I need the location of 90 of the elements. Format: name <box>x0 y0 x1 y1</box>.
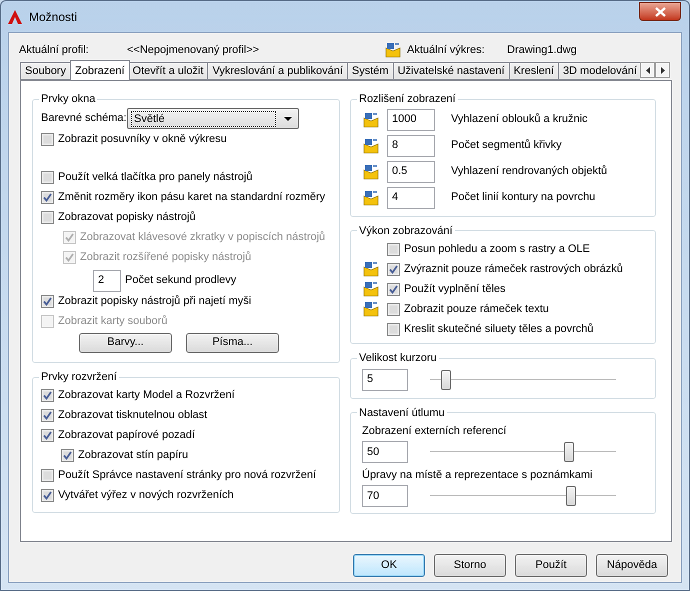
checkbox[interactable] <box>41 190 54 204</box>
scroll-right-button[interactable] <box>655 62 670 78</box>
slider-thumb[interactable] <box>566 486 576 506</box>
tab[interactable]: Systém <box>348 62 394 80</box>
checkbox[interactable] <box>41 210 54 224</box>
checkbox-label: Použít vyplnění těles <box>404 282 506 296</box>
checkbox-label: Zvýraznit pouze rámeček rastrových obrázků <box>404 262 623 276</box>
tab[interactable]: Zobrazení <box>70 60 130 80</box>
dialog-button[interactable]: Nápověda <box>596 554 668 577</box>
checkbox-label: Použít Správce nastavení stránky pro nová rozvržení <box>58 468 316 482</box>
checkbox-label: Zobrazovat klávesové zkratky v popiscích nástrojů <box>80 230 326 244</box>
group-title: Prvky okna <box>40 92 96 107</box>
input-field[interactable]: 8 <box>387 134 435 156</box>
input-field[interactable]: 5 <box>362 368 408 390</box>
slider-thumb[interactable] <box>440 370 451 390</box>
checkbox-label: Zobrazovat papírové pozadí <box>58 428 195 442</box>
checkbox-label: Změnit rozměry ikon pásu karet na standardní rozměry <box>58 190 326 204</box>
dropdown-value: Světlé <box>131 110 276 126</box>
checkbox[interactable] <box>41 468 54 482</box>
tab[interactable]: Soubory <box>20 62 71 80</box>
checkbox[interactable] <box>61 448 74 462</box>
checkbox[interactable] <box>41 170 54 184</box>
checkbox-label: Zobrazovat stín papíru <box>78 448 188 462</box>
slider-label: Zobrazení externích referencí <box>361 424 508 438</box>
tab[interactable]: Uživatelské nastavení <box>394 62 510 80</box>
checkbox[interactable] <box>387 282 400 296</box>
input-field[interactable]: 70 <box>362 485 408 507</box>
checkbox-label: Zobrazit karty souborů <box>58 314 168 328</box>
right-arrow-icon <box>660 66 664 74</box>
checkbox-label: Kreslit skutečné siluety těles a povrchů <box>404 322 594 336</box>
checkbox[interactable] <box>41 132 54 146</box>
checkbox[interactable] <box>41 408 54 422</box>
tab[interactable]: Vykreslování a publikování <box>208 62 348 80</box>
app-logo-icon <box>7 8 23 24</box>
group-title: Nastavení útlumu <box>358 406 446 420</box>
input-field[interactable]: 4 <box>387 186 435 208</box>
checkbox[interactable] <box>387 302 400 316</box>
close-button[interactable] <box>639 2 681 21</box>
checkbox-label: Posun pohledu a zoom s rastry a OLE <box>404 242 590 256</box>
checkbox-label: Použít velká tlačítka pro panely nástrojů <box>58 170 252 184</box>
input-field[interactable]: 0.5 <box>387 160 435 182</box>
dialog-button[interactable]: OK <box>353 554 425 577</box>
drawing-name: Drawing1.dwg <box>507 42 577 58</box>
group-title: Prvky rozvržení <box>40 370 118 385</box>
checkbox-label: Zobrazit pouze rámeček textu <box>404 302 549 316</box>
group-title: Výkon zobrazování <box>358 224 454 238</box>
checkbox-label: Zobrazovat popisky nástrojů <box>58 210 196 224</box>
number-field[interactable]: 2 <box>93 270 121 292</box>
checkbox[interactable] <box>387 262 400 276</box>
close-icon <box>654 6 666 16</box>
checkbox[interactable] <box>387 322 400 336</box>
left-arrow-icon <box>646 66 650 74</box>
field-label: Počet sekund prodlevy <box>125 273 236 288</box>
slider-thumb[interactable] <box>564 442 574 462</box>
color-scheme-dropdown[interactable]: Světlé <box>127 108 299 129</box>
dialog-button[interactable]: Použít <box>515 554 587 577</box>
checkbox-label: Zobrazit popisky nástrojů při najetí myši <box>58 294 252 308</box>
checkbox-label: Zobrazit rozšířené popisky nástrojů <box>80 250 252 264</box>
field-label: Barevné schéma: <box>41 111 127 126</box>
dialog-button[interactable]: Storno <box>434 554 506 577</box>
checkbox-label: Vytvářet výřez v nových rozvrženích <box>58 488 234 502</box>
group-title: Rozlišení zobrazení <box>358 92 457 107</box>
checkbox-label: Zobrazovat tisknutelnou oblast <box>58 408 208 422</box>
profile-label: Aktuální profil: <box>19 42 90 58</box>
button[interactable]: Barvy... <box>79 332 172 352</box>
group-title: Velikost kurzoru <box>358 351 438 366</box>
checkbox[interactable] <box>41 428 54 442</box>
button[interactable]: Písma... <box>186 332 279 352</box>
tab[interactable]: Otevřít a uložit <box>128 62 208 80</box>
checkbox[interactable] <box>41 488 54 502</box>
dropdown-arrow-icon <box>284 116 292 120</box>
scroll-left-button[interactable] <box>640 62 655 78</box>
input-field[interactable]: 50 <box>362 441 408 463</box>
checkbox-label: Zobrazovat karty Model a Rozvržení <box>58 388 235 402</box>
checkbox[interactable] <box>41 388 54 402</box>
field-label: Počet segmentů křivky <box>451 138 562 154</box>
drawing-label: Aktuální výkres: <box>407 42 486 58</box>
tab[interactable]: Kreslení <box>510 62 559 80</box>
input-field[interactable]: 1000 <box>387 108 435 130</box>
window-title: Možnosti <box>29 8 78 26</box>
drawing-icon <box>385 42 401 58</box>
slider-label: Úpravy na místě a reprezentace s poznámkami <box>361 468 594 482</box>
field-label: Vyhlazení rendrovaných objektů <box>451 164 608 180</box>
checkbox[interactable] <box>387 242 400 256</box>
field-label: Vyhlazení oblouků a kružnic <box>451 112 588 128</box>
field-label: Počet linií kontury na povrchu <box>451 190 596 206</box>
tab[interactable]: 3D modelování <box>558 62 640 80</box>
checkbox[interactable] <box>41 294 54 308</box>
checkbox-label: Zobrazit posuvníky v okně výkresu <box>58 132 227 146</box>
profile-name: <<Nepojmenovaný profil>> <box>127 42 260 58</box>
